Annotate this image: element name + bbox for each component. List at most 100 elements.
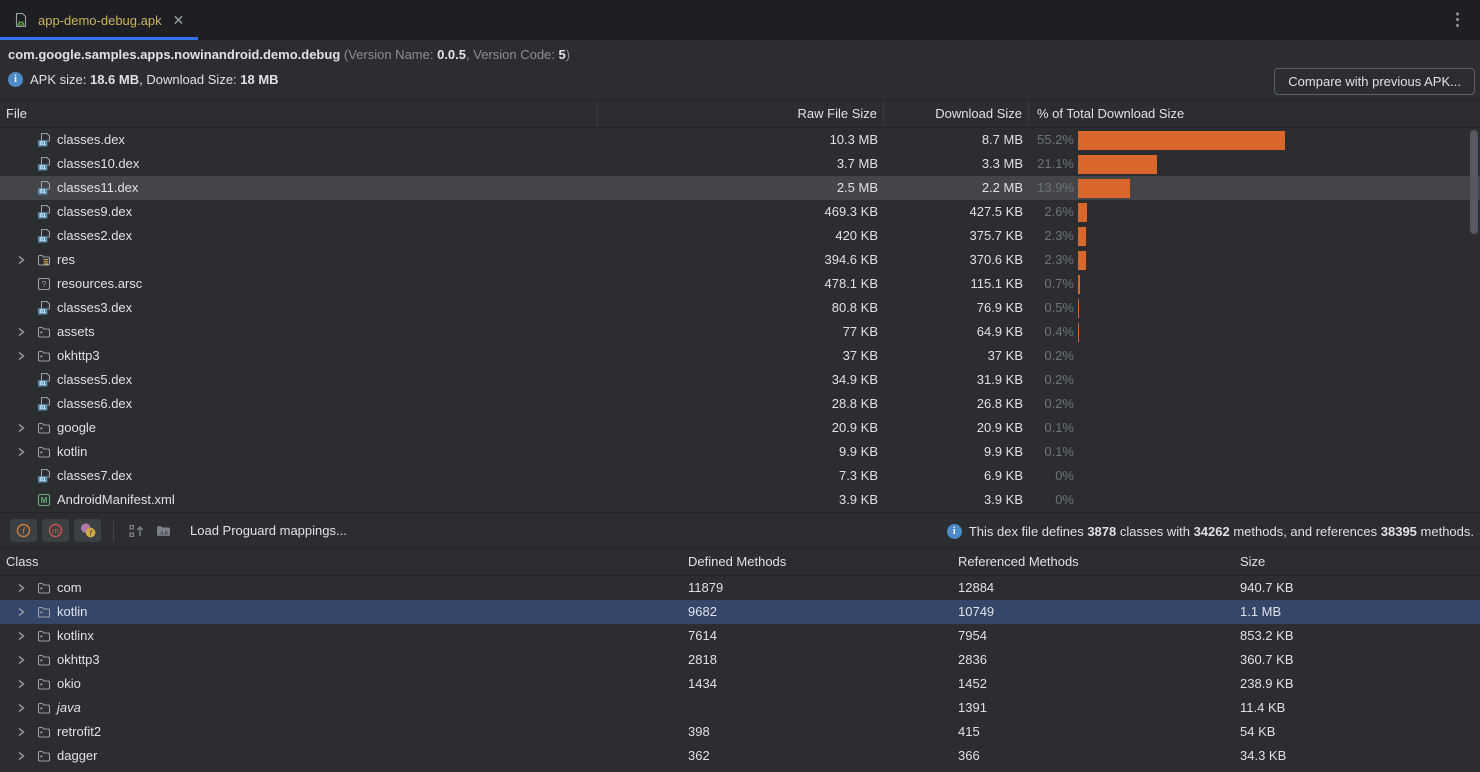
file-table-row[interactable]: assets77 KB64.9 KB0.4% [0, 320, 1480, 344]
file-table-row[interactable]: 01classes9.dex469.3 KB427.5 KB2.6% [0, 200, 1480, 224]
percent-of-total: 13.9% [1023, 176, 1074, 200]
file-table-row[interactable]: 01classes11.dex2.5 MB2.2 MB13.9% [0, 176, 1480, 200]
show-fields-button[interactable]: f [10, 519, 37, 542]
dex-file-icon: 01 [36, 204, 54, 220]
percent-column-header: % of Total Download Size [1029, 101, 1480, 127]
percent-bar-cell [1074, 488, 1480, 512]
svg-text:01: 01 [40, 165, 46, 171]
percent-of-total: 2.3% [1023, 248, 1074, 272]
chevron-spacer [14, 205, 36, 219]
raw-file-size: 420 KB [598, 224, 878, 248]
tab-app-demo-debug-apk[interactable]: app-demo-debug.apk ✕ [0, 0, 198, 40]
folder-icon [36, 676, 54, 692]
package-name: kotlin [57, 600, 87, 624]
show-referenced-nodes-button[interactable]: f [74, 519, 101, 542]
class-table-row[interactable]: okhttp328182836360.7 KB [0, 648, 1480, 672]
dex-file-icon: 01 [36, 228, 54, 244]
chevron-right-icon[interactable] [14, 677, 36, 691]
class-table-row[interactable]: com1187912884940.7 KB [0, 576, 1480, 600]
file-table-row[interactable]: 01classes7.dex7.3 KB6.9 KB0% [0, 464, 1480, 488]
chevron-right-icon[interactable] [14, 701, 36, 715]
chevron-right-icon[interactable] [14, 605, 36, 619]
file-table-row[interactable]: 01classes2.dex420 KB375.7 KB2.3% [0, 224, 1480, 248]
class-table-row[interactable]: retrofit239841554 KB [0, 720, 1480, 744]
defined-methods-column-header: Defined Methods [688, 549, 958, 575]
percent-of-total: 0.1% [1023, 416, 1074, 440]
class-table-row[interactable]: java139111.4 KB [0, 696, 1480, 720]
folder-icon [36, 628, 54, 644]
file-table-row[interactable]: MAndroidManifest.xml3.9 KB3.9 KB0% [0, 488, 1480, 512]
file-table-row[interactable]: 01classes3.dex80.8 KB76.9 KB0.5% [0, 296, 1480, 320]
percent-of-total: 0.4% [1023, 320, 1074, 344]
file-table-row[interactable]: 01classes10.dex3.7 MB3.3 MB21.1% [0, 152, 1480, 176]
percent-bar [1078, 203, 1087, 222]
file-name: okhttp3 [57, 344, 100, 368]
file-table-row[interactable]: res394.6 KB370.6 KB2.3% [0, 248, 1480, 272]
chevron-right-icon[interactable] [14, 349, 36, 363]
dex-file-icon: 01 [36, 180, 54, 196]
version-code-value: 5 [559, 47, 566, 62]
file-table-row[interactable]: okhttp337 KB37 KB0.2% [0, 344, 1480, 368]
percent-of-total: 0.7% [1023, 272, 1074, 296]
dex-summary-part: methods. [1417, 524, 1474, 539]
svg-text:01: 01 [40, 189, 46, 195]
chevron-right-icon[interactable] [14, 421, 36, 435]
percent-bar-cell [1074, 176, 1480, 200]
percent-bar-cell [1074, 152, 1480, 176]
kebab-menu-icon[interactable]: ⋮ [1449, 9, 1466, 31]
chevron-right-icon[interactable] [14, 749, 36, 763]
chevron-right-icon[interactable] [14, 629, 36, 643]
chevron-spacer [14, 157, 36, 171]
class-table-row[interactable]: kotlin9682107491.1 MB [0, 600, 1480, 624]
chevron-spacer [14, 181, 36, 195]
file-table-row[interactable]: ?resources.arsc478.1 KB115.1 KB0.7% [0, 272, 1480, 296]
defined-methods: 9682 [688, 600, 958, 624]
svg-text:m: m [52, 527, 59, 536]
load-proguard-mappings-button[interactable]: Load Proguard mappings... [190, 523, 347, 538]
file-table-row[interactable]: 01classes6.dex28.8 KB26.8 KB0.2% [0, 392, 1480, 416]
chevron-right-icon[interactable] [14, 653, 36, 667]
percent-of-total: 21.1% [1023, 152, 1074, 176]
file-table-row[interactable]: 01classes5.dex34.9 KB31.9 KB0.2% [0, 368, 1480, 392]
deobfuscate-names-icon[interactable]: a.b [153, 521, 175, 541]
chevron-right-icon[interactable] [14, 725, 36, 739]
percent-bar [1078, 179, 1130, 198]
compare-with-previous-apk-button[interactable]: Compare with previous APK... [1274, 68, 1475, 95]
field-icon: f [15, 523, 33, 539]
vertical-scrollbar-thumb[interactable] [1470, 130, 1478, 234]
file-table-row[interactable]: google20.9 KB20.9 KB0.1% [0, 416, 1480, 440]
svg-text:M: M [41, 496, 48, 505]
arsc-file-icon: ? [36, 276, 54, 292]
percent-bar [1078, 323, 1079, 342]
chevron-right-icon[interactable] [14, 253, 36, 267]
svg-text:f: f [22, 526, 26, 536]
close-icon[interactable]: ✕ [173, 13, 185, 27]
class-table-row[interactable]: kotlinx76147954853.2 KB [0, 624, 1480, 648]
percent-bar-cell [1074, 416, 1480, 440]
raw-file-size: 2.5 MB [598, 176, 878, 200]
chevron-right-icon[interactable] [14, 445, 36, 459]
percent-bar-cell [1074, 344, 1480, 368]
file-table-row[interactable]: 01classes.dex10.3 MB8.7 MB55.2% [0, 128, 1480, 152]
show-methods-button[interactable]: m [42, 519, 69, 542]
raw-file-size: 7.3 KB [598, 464, 878, 488]
apk-analyzer-window: app-demo-debug.apk ✕ ⋮ com.google.sample… [0, 0, 1480, 772]
chevron-right-icon[interactable] [14, 581, 36, 595]
version-suffix: ) [566, 47, 570, 62]
class-size: 34.3 KB [1240, 744, 1480, 768]
show-removed-nodes-icon[interactable] [126, 521, 148, 541]
referenced-methods: 1391 [958, 696, 1240, 720]
folder-icon [36, 420, 54, 436]
file-table-row[interactable]: kotlin9.9 KB9.9 KB0.1% [0, 440, 1480, 464]
chevron-right-icon[interactable] [14, 325, 36, 339]
class-table-row[interactable]: dagger36236634.3 KB [0, 744, 1480, 768]
chevron-spacer [14, 277, 36, 291]
info-icon: i [947, 524, 962, 539]
download-size-value: 18 MB [240, 72, 278, 87]
percent-bar-cell [1074, 320, 1480, 344]
raw-file-size: 80.8 KB [598, 296, 878, 320]
dex-methods-count: 34262 [1194, 524, 1230, 539]
download-size: 64.9 KB [878, 320, 1023, 344]
class-table-row[interactable]: okio14341452238.9 KB [0, 672, 1480, 696]
percent-bar [1078, 131, 1285, 150]
